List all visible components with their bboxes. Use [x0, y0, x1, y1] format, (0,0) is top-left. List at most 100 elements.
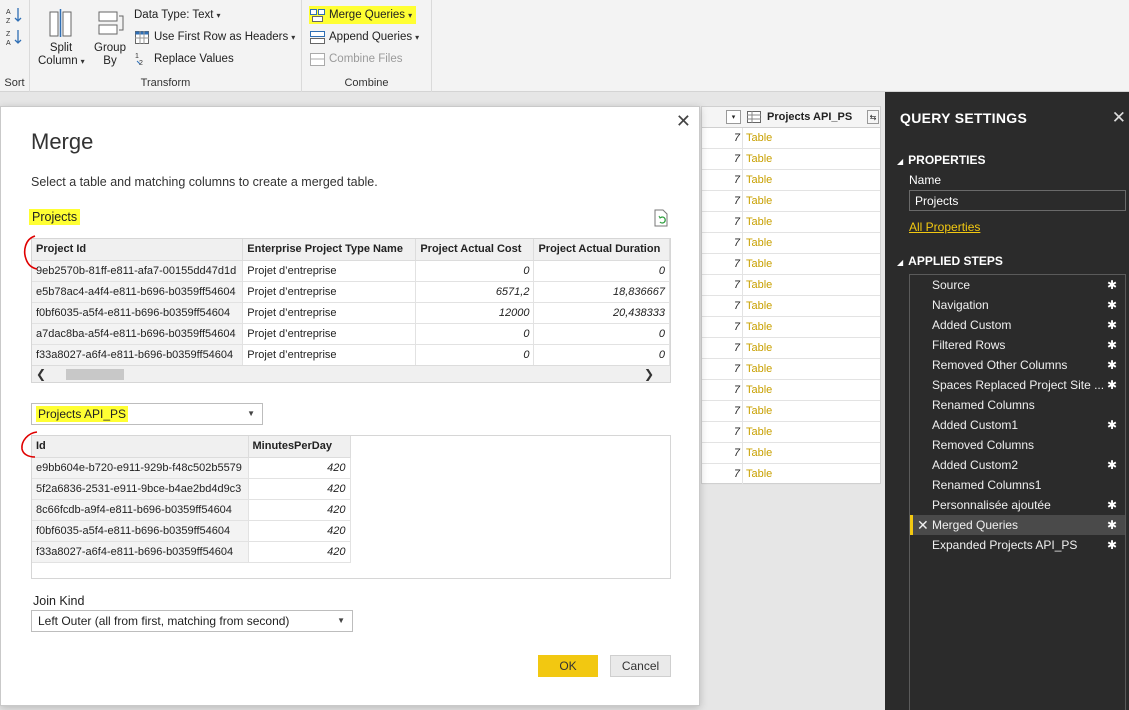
join-kind-value: Left Outer (all from first, matching fro… [38, 614, 290, 628]
table-cell: 420 [248, 520, 351, 542]
table-link[interactable]: Table [746, 237, 772, 249]
table-link[interactable]: Table [746, 384, 772, 396]
refresh-preview-icon[interactable] [653, 209, 669, 230]
gear-icon[interactable]: ✱ [1107, 355, 1117, 375]
close-icon[interactable]: ✕ [1112, 108, 1126, 128]
applied-step[interactable]: ✕ Merged Queries ✱ [910, 515, 1125, 535]
grid-row: 7 Table [702, 275, 880, 296]
grid-cell-divider [742, 233, 743, 253]
table-link[interactable]: Table [746, 426, 772, 438]
second-table-select[interactable]: Projects API_PS ▼ [31, 403, 263, 425]
cancel-button[interactable]: Cancel [610, 655, 671, 677]
replace-values-button[interactable]: 12 Replace Values [134, 50, 234, 68]
table-link[interactable]: Table [746, 174, 772, 186]
sort-descending-icon[interactable]: ZA [6, 28, 24, 49]
expand-column-icon[interactable]: ⇆ [867, 110, 879, 124]
gear-icon[interactable]: ✱ [1107, 455, 1117, 475]
dialog-close-icon[interactable]: ✕ [676, 111, 691, 132]
gear-icon[interactable]: ✱ [1107, 515, 1117, 535]
group-by-button[interactable]: Group By [87, 6, 133, 68]
applied-step[interactable]: Filtered Rows ✱ [910, 335, 1125, 355]
join-kind-select[interactable]: Left Outer (all from first, matching fro… [31, 610, 353, 632]
column-header[interactable]: MinutesPerDay [248, 436, 351, 458]
applied-step[interactable]: Navigation ✱ [910, 295, 1125, 315]
table-link[interactable]: Table [746, 153, 772, 165]
query-name-input[interactable] [909, 190, 1126, 211]
applied-step[interactable]: Renamed Columns1 [910, 475, 1125, 495]
column-header[interactable]: Enterprise Project Type Name [242, 239, 417, 261]
column-header[interactable]: Project Actual Cost [415, 239, 535, 261]
column-header[interactable]: Project Id [32, 239, 244, 261]
gear-icon[interactable]: ✱ [1107, 495, 1117, 515]
table-cell: 420 [248, 457, 351, 479]
scroll-right-icon[interactable]: ❯ [644, 367, 654, 381]
table-link[interactable]: Table [746, 447, 772, 459]
table-link[interactable]: Table [746, 363, 772, 375]
grid-cell-divider [742, 296, 743, 316]
query-preview-grid: ▾ Projects API_PS ⇆ 7 Table 7 Table 7 Table 7 T… [701, 106, 881, 485]
applied-step[interactable]: Renamed Columns [910, 395, 1125, 415]
applied-step[interactable]: Added Custom1 ✱ [910, 415, 1125, 435]
table-link[interactable]: Table [746, 300, 772, 312]
grid-cell-divider [742, 422, 743, 442]
gear-icon[interactable]: ✱ [1107, 315, 1117, 335]
combine-files-label: Combine Files [329, 53, 403, 65]
applied-step-label: Added Custom [932, 318, 1012, 332]
scrollbar-thumb[interactable] [66, 369, 124, 380]
gear-icon[interactable]: ✱ [1107, 535, 1117, 555]
table-link[interactable]: Table [746, 258, 772, 270]
sort-ascending-icon[interactable]: AZ [6, 6, 24, 27]
grid-row: 7 Table [702, 380, 880, 401]
gear-icon[interactable]: ✱ [1107, 375, 1117, 395]
table-link[interactable]: Table [746, 321, 772, 333]
table-link[interactable]: Table [746, 342, 772, 354]
all-properties-link[interactable]: All Properties [909, 220, 980, 234]
grid-cell-divider [742, 443, 743, 463]
table-link[interactable]: Table [746, 468, 772, 480]
data-type-button[interactable]: Data Type: Text ▾ [134, 6, 221, 24]
applied-step[interactable]: Spaces Replaced Project Site ... ✱ [910, 375, 1125, 395]
grid-row: 7 Table [702, 359, 880, 380]
table-row: 9eb2570b-81ff-e811-afa7-00155dd47d1d Proj… [32, 260, 670, 282]
column-header[interactable]: Project Actual Duration [533, 239, 670, 261]
collapse-triangle-icon: ◢ [897, 157, 904, 166]
split-column-button[interactable]: Split Column ▾ [38, 6, 85, 68]
table-link[interactable]: Table [746, 216, 772, 228]
applied-steps-section-header[interactable]: ◢ APPLIED STEPS [897, 254, 1003, 268]
applied-step[interactable]: Personnalisée ajoutée ✱ [910, 495, 1125, 515]
applied-step[interactable]: Removed Columns [910, 435, 1125, 455]
grid-row: 7 Table [702, 212, 880, 233]
grid-row-count: 7 [733, 405, 740, 417]
merge-queries-button[interactable]: Merge Queries ▾ [309, 6, 417, 24]
table-link[interactable]: Table [746, 279, 772, 291]
properties-section-header[interactable]: ◢ PROPERTIES [897, 153, 986, 167]
applied-step[interactable]: Added Custom ✱ [910, 315, 1125, 335]
applied-step[interactable]: Source ✱ [910, 275, 1125, 295]
table-link[interactable]: Table [746, 195, 772, 207]
table-link[interactable]: Table [746, 132, 772, 144]
table-cell: 420 [248, 541, 351, 563]
applied-step-label: Source [932, 278, 971, 292]
gear-icon[interactable]: ✱ [1107, 295, 1117, 315]
ok-button[interactable]: OK [538, 655, 598, 677]
gear-icon[interactable]: ✱ [1107, 275, 1117, 295]
applied-step[interactable]: Expanded Projects API_PS ✱ [910, 535, 1125, 555]
scroll-left-icon[interactable]: ❮ [36, 367, 46, 381]
use-first-row-as-headers-button[interactable]: Use First Row as Headers ▾ [134, 28, 295, 46]
gear-icon[interactable]: ✱ [1107, 415, 1117, 435]
column-filter-icon[interactable]: ▾ [726, 110, 741, 124]
append-queries-button[interactable]: Append Queries ▾ [309, 28, 419, 46]
applied-step-label: Removed Columns [932, 438, 1035, 452]
gear-icon[interactable]: ✱ [1107, 335, 1117, 355]
table-link[interactable]: Table [746, 405, 772, 417]
combine-files-button[interactable]: Combine Files [309, 50, 403, 68]
horizontal-scrollbar[interactable]: ❮ ❯ [32, 365, 670, 382]
applied-step[interactable]: Added Custom2 ✱ [910, 455, 1125, 475]
applied-step[interactable]: Removed Other Columns ✱ [910, 355, 1125, 375]
table-row: f0bf6035-a5f4-e811-b696-b0359ff54604 Proj… [32, 302, 670, 324]
grid-cell-divider [742, 170, 743, 190]
column-header[interactable]: Id [32, 436, 249, 458]
table-row: f0bf6035-a5f4-e811-b696-b0359ff54604 420 [32, 520, 351, 542]
delete-step-icon[interactable]: ✕ [917, 515, 929, 535]
merge-dialog: ✕ Merge Select a table and matching colu… [0, 106, 700, 706]
